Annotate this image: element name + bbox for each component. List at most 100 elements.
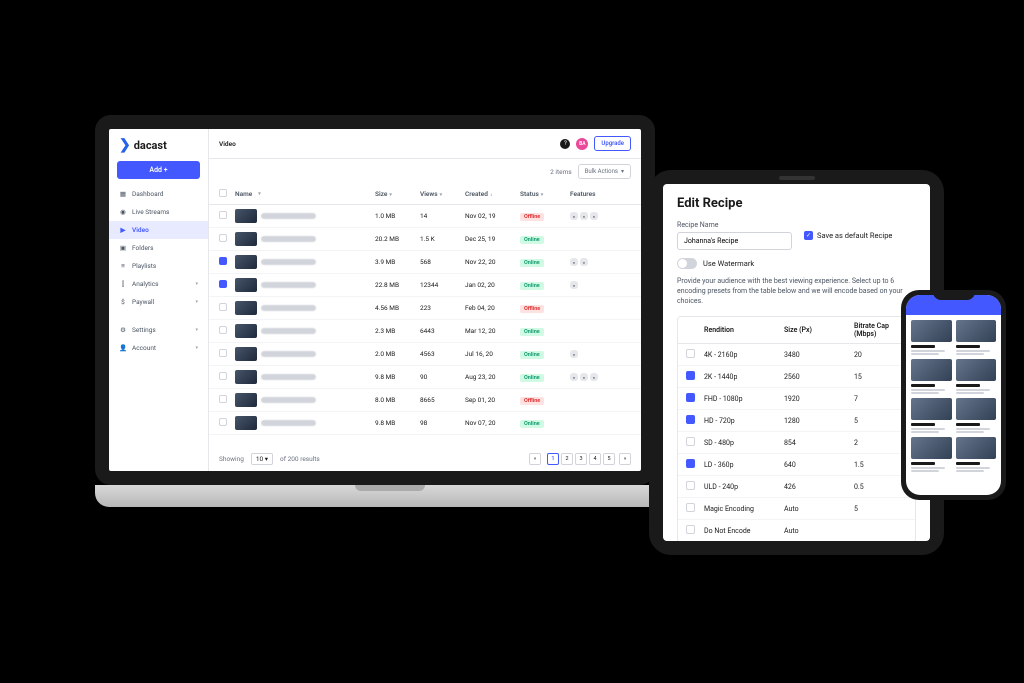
row-checkbox[interactable]	[219, 211, 227, 219]
feature-badge: ●	[590, 212, 598, 220]
row-checkbox[interactable]	[219, 372, 227, 380]
rendition-row[interactable]: HD - 720p 1280 5	[678, 410, 915, 432]
tablet-device: Edit Recipe Recipe Name ✓ Save as defaul…	[649, 170, 944, 555]
status-badge: Online	[520, 374, 544, 382]
row-checkbox[interactable]	[219, 349, 227, 357]
per-page-select[interactable]: 10 ▾	[251, 453, 273, 465]
feature-badge: ●	[590, 373, 598, 381]
sidebar-item-analytics[interactable]: ⫿Analytics▾	[109, 275, 208, 293]
nav-icon: ◉	[119, 208, 127, 216]
nav-icon: $	[119, 298, 127, 306]
sidebar: ❯ dacast Add + ▦Dashboard◉Live Streams▶V…	[109, 129, 209, 471]
nav-icon: ▦	[119, 190, 127, 198]
sidebar-item-live-streams[interactable]: ◉Live Streams	[109, 203, 208, 221]
status-badge: Offline	[520, 213, 544, 221]
row-checkbox[interactable]	[219, 280, 227, 288]
list-item[interactable]	[956, 320, 997, 355]
watermark-toggle[interactable]	[677, 258, 697, 269]
list-item[interactable]	[911, 398, 952, 433]
video-thumbnail	[235, 393, 257, 407]
rendition-row[interactable]: ULD - 240p 426 0.5	[678, 476, 915, 498]
sidebar-item-dashboard[interactable]: ▦Dashboard	[109, 185, 208, 203]
recipe-name-label: Recipe Name	[677, 221, 792, 229]
rendition-checkbox[interactable]	[686, 349, 695, 358]
table-row[interactable]: 22.8 MB 12344 Jan 02, 20 Online ●	[209, 274, 641, 297]
rendition-checkbox[interactable]	[686, 393, 695, 402]
video-name	[261, 213, 316, 219]
table-row[interactable]: 8.0 MB 8665 Sep 01, 20 Offline	[209, 389, 641, 412]
rendition-checkbox[interactable]	[686, 437, 695, 446]
video-name	[261, 351, 316, 357]
feature-badge: ●	[570, 350, 578, 358]
add-button[interactable]: Add +	[117, 161, 200, 179]
rendition-row[interactable]: 4K - 2160p 3480 20	[678, 344, 915, 366]
row-checkbox[interactable]	[219, 234, 227, 242]
card-thumbnail	[911, 398, 952, 420]
row-checkbox[interactable]	[219, 395, 227, 403]
rendition-checkbox[interactable]	[686, 503, 695, 512]
card-thumbnail	[911, 320, 952, 342]
page-2[interactable]: 2	[561, 453, 573, 465]
status-badge: Offline	[520, 397, 544, 405]
sidebar-item-account[interactable]: 👤Account▾	[109, 339, 208, 357]
table-row[interactable]: 1.0 MB 14 Nov 02, 19 Offline ●●●	[209, 205, 641, 228]
rendition-checkbox[interactable]	[686, 481, 695, 490]
help-icon[interactable]: ?	[560, 139, 570, 149]
rendition-row[interactable]: LD - 360p 640 1.5	[678, 454, 915, 476]
rendition-checkbox[interactable]	[686, 415, 695, 424]
page-5[interactable]: 5	[603, 453, 615, 465]
page-last[interactable]: »	[619, 453, 631, 465]
sidebar-item-video[interactable]: ▶Video	[109, 221, 208, 239]
row-checkbox[interactable]	[219, 303, 227, 311]
row-checkbox[interactable]	[219, 257, 227, 265]
nav-icon: ⚙	[119, 326, 127, 334]
rendition-row[interactable]: Magic Encoding Auto 5	[678, 498, 915, 520]
list-item[interactable]	[911, 359, 952, 394]
video-thumbnail	[235, 370, 257, 384]
table-row[interactable]: 2.0 MB 4563 Jul 16, 20 Online ●	[209, 343, 641, 366]
row-checkbox[interactable]	[219, 418, 227, 426]
list-item[interactable]	[911, 320, 952, 355]
table-row[interactable]: 4.56 MB 223 Feb 04, 20 Offline	[209, 297, 641, 320]
recipe-name-input[interactable]	[677, 232, 792, 250]
table-row[interactable]: 20.2 MB 1.5 K Dec 25, 19 Online	[209, 228, 641, 251]
page-3[interactable]: 3	[575, 453, 587, 465]
rendition-checkbox[interactable]	[686, 371, 695, 380]
video-name	[261, 305, 316, 311]
sidebar-item-playlists[interactable]: ≡Playlists	[109, 257, 208, 275]
feature-badge: ●	[580, 258, 588, 266]
table-row[interactable]: 2.3 MB 6443 Mar 12, 20 Online	[209, 320, 641, 343]
rendition-row[interactable]: 2K - 1440p 2560 15	[678, 366, 915, 388]
bulk-actions-button[interactable]: Bulk Actions▾	[578, 164, 631, 179]
sidebar-item-settings[interactable]: ⚙Settings▾	[109, 321, 208, 339]
video-thumbnail	[235, 347, 257, 361]
rendition-row[interactable]: FHD - 1080p 1920 7	[678, 388, 915, 410]
row-checkbox[interactable]	[219, 326, 227, 334]
page-1[interactable]: 1	[547, 453, 559, 465]
page-4[interactable]: 4	[589, 453, 601, 465]
video-thumbnail	[235, 278, 257, 292]
table-row[interactable]: 3.9 MB 568 Nov 22, 20 Online ●●	[209, 251, 641, 274]
nav-icon: 👤	[119, 344, 127, 352]
list-item[interactable]	[956, 398, 997, 433]
list-item[interactable]	[956, 359, 997, 394]
sidebar-item-folders[interactable]: ▣Folders	[109, 239, 208, 257]
brand-logo[interactable]: ❯ dacast	[109, 129, 208, 161]
rendition-row[interactable]: Do Not Encode Auto	[678, 520, 915, 541]
avatar[interactable]: BA	[576, 138, 588, 150]
list-item[interactable]	[911, 437, 952, 472]
upgrade-button[interactable]: Upgrade	[594, 136, 631, 151]
select-all-checkbox[interactable]	[219, 189, 227, 197]
default-recipe-checkbox[interactable]: ✓ Save as default Recipe	[804, 231, 892, 240]
rendition-row[interactable]: SD - 480p 854 2	[678, 432, 915, 454]
list-item[interactable]	[956, 437, 997, 472]
status-badge: Online	[520, 282, 544, 290]
video-name	[261, 420, 316, 426]
video-thumbnail	[235, 416, 257, 430]
page-first[interactable]: «	[529, 453, 541, 465]
rendition-checkbox[interactable]	[686, 525, 695, 534]
table-row[interactable]: 9.8 MB 90 Aug 23, 20 Online ●●●	[209, 366, 641, 389]
table-row[interactable]: 9.8 MB 98 Nov 07, 20 Online	[209, 412, 641, 435]
rendition-checkbox[interactable]	[686, 459, 695, 468]
sidebar-item-paywall[interactable]: $Paywall▾	[109, 293, 208, 311]
